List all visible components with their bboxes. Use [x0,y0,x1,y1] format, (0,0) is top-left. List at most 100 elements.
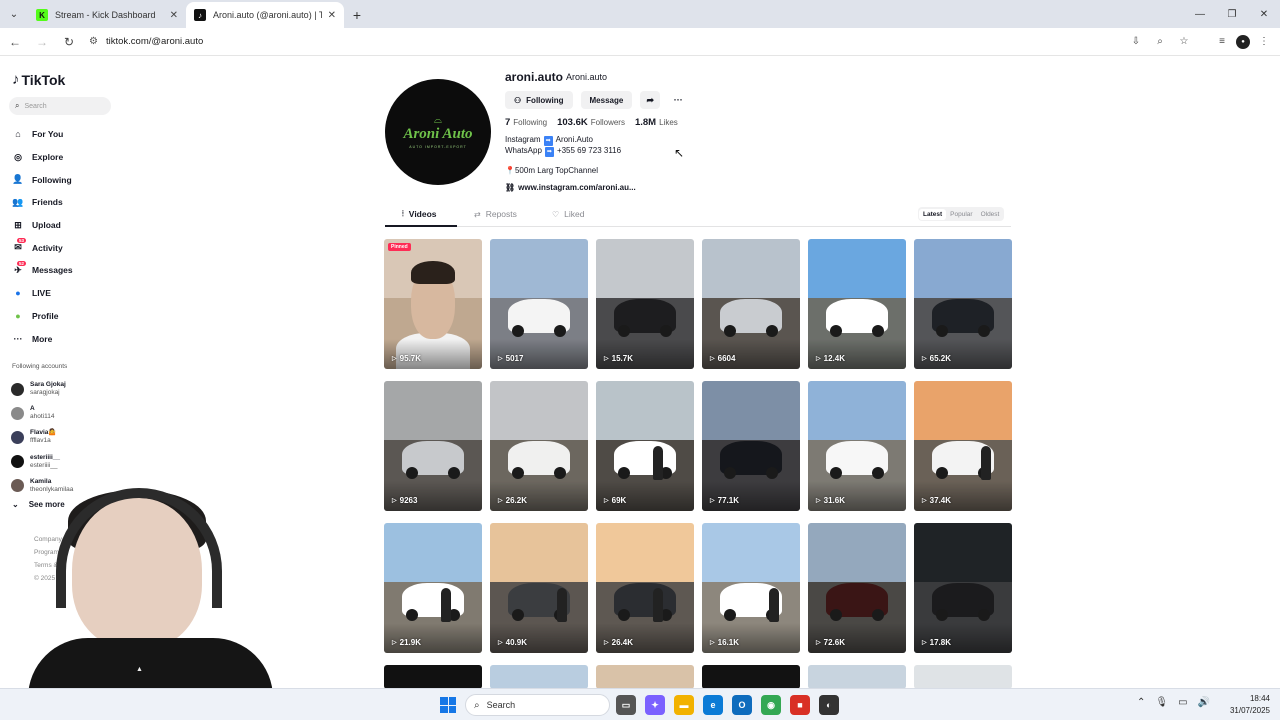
repost-icon: ⇄ [474,209,481,219]
sort-oldest[interactable]: Oldest [977,209,1004,220]
media-icon[interactable]: ≡ [1212,32,1232,52]
tab-videos[interactable]: ⦙ Videos [402,209,437,219]
close-tab-icon[interactable]: ✕ [328,10,336,21]
app-red-icon[interactable]: ■ [790,695,810,715]
video-thumbnail[interactable]: ▷ 15.7K [596,239,694,369]
taskbar-search[interactable]: ⌕ Search [465,694,610,716]
tray-chevron-icon[interactable]: ⌃ [1137,697,1145,708]
video-thumbnail[interactable]: ▷ 69K [596,381,694,511]
volume-icon[interactable]: 🔊 [1198,697,1210,708]
video-thumbnail[interactable]: ▷ 26.2K [490,381,588,511]
video-thumbnail[interactable] [914,665,1012,689]
taskbar-clock[interactable]: 18:44 31/07/2025 [1230,693,1270,717]
stat-followers[interactable]: 103.6K Followers [557,117,625,128]
sidebar-item-explore[interactable]: ◎ Explore [12,146,73,169]
sidebar-item-messages[interactable]: ✈ 52 Messages [12,259,73,282]
video-thumbnail[interactable]: ▷ 77.1K [702,381,800,511]
following-account-item[interactable]: Sara Gjokaj saragjokaj [11,377,73,401]
file-explorer-icon[interactable]: ▬ [674,695,694,715]
tab-search-icon[interactable]: ⌄ [0,0,28,28]
view-count: ▷ 31.6K [816,496,845,505]
upload-icon: ⊞ [14,219,22,230]
search-input[interactable]: ⌕ Search [9,97,111,115]
view-count: ▷ 15.7K [604,354,633,363]
menu-dots-icon[interactable]: ⋮ [1254,32,1274,52]
zoom-icon[interactable]: ⌕ [1150,32,1170,52]
following-account-item[interactable]: Flavia🤷 ffflav1a [11,425,73,449]
sidebar-item-live[interactable]: ● LIVE [12,282,73,305]
windows-start-icon[interactable] [440,697,456,713]
restore-icon[interactable]: ❐ [1216,0,1248,28]
sidebar-item-friends[interactable]: 👥 Friends [12,191,73,214]
sidebar-item-activity[interactable]: ✉ 53 Activity [12,236,73,259]
new-tab-button[interactable]: + [344,2,370,28]
share-button[interactable]: ➦ [640,91,661,109]
video-thumbnail[interactable]: ▷ 17.8K [914,523,1012,653]
video-thumbnail[interactable]: Pinned ▷ 95.7K [384,239,482,369]
video-thumbnail[interactable]: ▷ 72.6K [808,523,906,653]
more-options-button[interactable]: ··· [668,91,688,109]
sidebar-item-upload[interactable]: ⊞ Upload [12,214,73,237]
outlook-icon[interactable]: O [732,695,752,715]
task-view-icon[interactable]: ▭ [616,695,636,715]
following-button[interactable]: ⚇ Following [505,91,573,109]
video-thumbnail[interactable]: ▷ 9263 [384,381,482,511]
friends-icon: 👥 [12,196,24,207]
message-button[interactable]: Message [580,91,633,109]
network-icon[interactable]: ▭ [1178,697,1187,708]
video-thumbnail[interactable] [702,665,800,689]
browser-tab-tiktok[interactable]: ♪ Aroni.auto (@aroni.auto) | TikTok ✕ [186,2,344,28]
video-thumbnail[interactable]: ▷ 6604 [702,239,800,369]
video-thumbnail[interactable]: ▷ 65.2K [914,239,1012,369]
video-thumbnail[interactable]: ▷ 12.4K [808,239,906,369]
profile-avatar-icon[interactable]: ● [1236,34,1250,49]
url-field[interactable]: ⚙ tiktok.com/@aroni.auto [89,31,1118,53]
video-thumbnail[interactable]: ▷ 5017 [490,239,588,369]
video-thumbnail[interactable]: ▷ 21.9K [384,523,482,653]
profile-avatar[interactable]: ⌓ Aroni Auto AUTO IMPORT-EXPORT [385,79,491,185]
sort-popular[interactable]: Popular [946,209,976,220]
microphone-icon[interactable]: 🎙 [1155,697,1168,708]
sidebar-item-for-you[interactable]: ⌂ For You [12,123,73,146]
video-thumbnail[interactable]: ▷ 40.9K [490,523,588,653]
sidebar-item-profile[interactable]: ● Profile [12,305,73,328]
copilot-icon[interactable]: ✦ [645,695,665,715]
app-dark-icon[interactable]: ◐ [819,695,839,715]
video-thumbnail[interactable]: ▷ 31.6K [808,381,906,511]
tiktok-logo[interactable]: ♪ TikTok [12,71,65,88]
bookmark-star-icon[interactable]: ☆ [1174,32,1194,52]
browser-tab-kick[interactable]: K Stream - Kick Dashboard ✕ [28,2,186,28]
more-icon: ··· [13,333,23,344]
stat-following[interactable]: 7 Following [505,117,547,128]
play-icon: ▷ [922,498,927,504]
video-thumbnail[interactable] [490,665,588,689]
chrome-icon[interactable]: ◉ [761,695,781,715]
video-thumbnail[interactable]: ▷ 26.4K [596,523,694,653]
video-thumbnail[interactable]: ▷ 37.4K [914,381,1012,511]
video-thumbnail[interactable]: ▷ 16.1K [702,523,800,653]
following-account-item[interactable]: esteriiii__ esteriiii__ [11,450,73,474]
view-count: ▷ 17.8K [922,638,951,647]
following-account-item[interactable]: Aahoti114 [11,401,73,425]
profile-link[interactable]: ⛓ www.instagram.com/aroni.au... [505,183,636,192]
avatar [11,430,24,444]
forward-icon[interactable]: → [30,30,54,54]
close-window-icon[interactable]: ✕ [1248,0,1280,28]
video-thumbnail[interactable] [384,665,482,689]
install-icon[interactable]: ⇩ [1126,32,1146,52]
video-thumbnail[interactable] [808,665,906,689]
tab-reposts[interactable]: ⇄ Reposts [474,209,517,219]
site-info-icon[interactable]: ⚙ [89,36,98,47]
sidebar-item-following[interactable]: 👤 Following [12,168,73,191]
back-icon[interactable]: ← [3,30,27,54]
reload-icon[interactable]: ↻ [57,30,81,54]
arrow-right-icon: ➡ [543,136,553,146]
search-icon: ⌕ [15,101,20,110]
sidebar-item-more[interactable]: ··· More [12,327,73,350]
video-thumbnail[interactable] [596,665,694,689]
edge-icon[interactable]: e [703,695,723,715]
tab-liked[interactable]: ♡ Liked [552,209,585,219]
minimize-icon[interactable]: — [1184,0,1216,28]
close-tab-icon[interactable]: ✕ [170,10,178,21]
sort-latest[interactable]: Latest [919,208,947,220]
